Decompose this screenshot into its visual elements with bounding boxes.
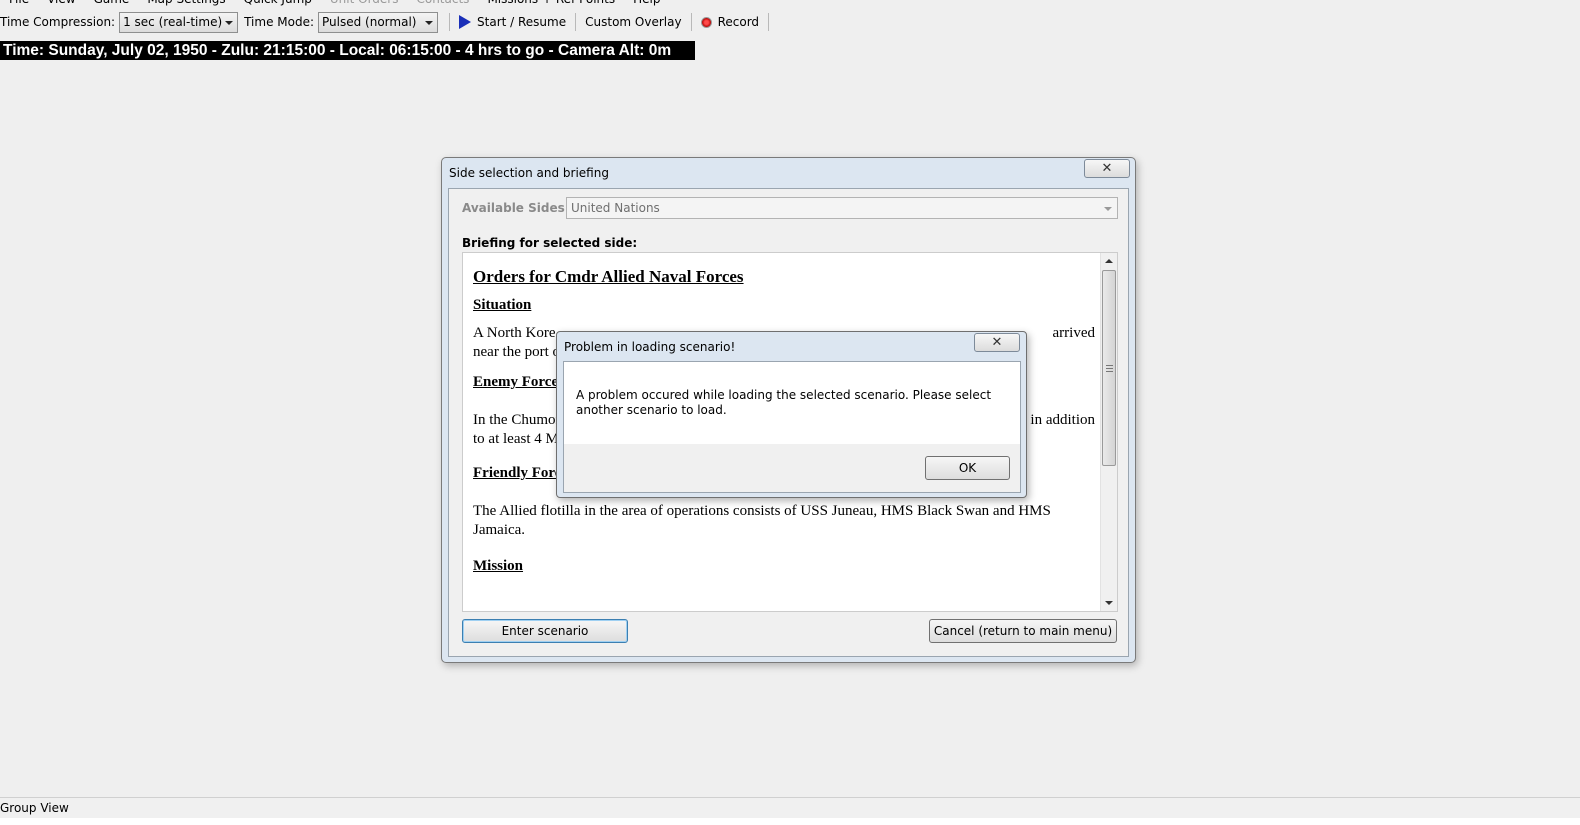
toolbar-separator bbox=[690, 13, 692, 31]
menu-quick-jump[interactable]: Quick Jump bbox=[235, 0, 321, 8]
error-dialog: Problem in loading scenario! ✕ A problem… bbox=[556, 331, 1027, 498]
briefing-label: Briefing for selected side: bbox=[462, 236, 638, 250]
grip-icon bbox=[1106, 365, 1113, 372]
enter-scenario-label: Enter scenario bbox=[501, 624, 589, 638]
menu-help[interactable]: Help bbox=[624, 0, 669, 8]
status-bar: Group View bbox=[0, 797, 1580, 818]
dialog-title: Side selection and briefing bbox=[449, 166, 609, 180]
menu-unit-orders: Unit Orders bbox=[321, 0, 408, 8]
situation-heading: Situation bbox=[473, 297, 532, 313]
cancel-label: Cancel (return to main menu) bbox=[933, 624, 1113, 638]
play-icon bbox=[459, 15, 472, 29]
available-sides-value: United Nations bbox=[571, 201, 660, 215]
close-icon: ✕ bbox=[991, 335, 1003, 350]
enter-scenario-button[interactable]: Enter scenario bbox=[462, 619, 628, 643]
cancel-button[interactable]: Cancel (return to main menu) bbox=[929, 619, 1117, 643]
menu-missions[interactable]: Missions + Ref Points bbox=[478, 0, 624, 8]
menu-file[interactable]: File bbox=[0, 0, 38, 8]
time-compression-select[interactable]: 1 sec (real-time) bbox=[119, 11, 239, 33]
error-message-area: A problem occured while loading the sele… bbox=[564, 362, 1020, 444]
bottom-edge bbox=[0, 818, 1580, 825]
error-message: A problem occured while loading the sele… bbox=[576, 388, 992, 417]
ok-button[interactable]: OK bbox=[925, 456, 1010, 480]
chevron-down-icon bbox=[425, 20, 434, 25]
situation-text-start: A North Kore bbox=[473, 325, 556, 341]
status-bar-text: Group View bbox=[0, 801, 69, 815]
situation-text-end: arrived bbox=[1052, 325, 1095, 341]
start-resume-button[interactable]: Start / Resume bbox=[455, 15, 570, 29]
scroll-down-icon[interactable] bbox=[1105, 601, 1113, 605]
enemy-text-end: in addition bbox=[1030, 412, 1095, 428]
toolbar-separator bbox=[575, 13, 577, 31]
time-mode-label: Time Mode: bbox=[244, 15, 315, 29]
record-icon bbox=[700, 16, 712, 28]
menu-contacts: Contacts bbox=[407, 0, 478, 8]
error-dialog-title: Problem in loading scenario! bbox=[564, 340, 736, 354]
time-mode-select[interactable]: Pulsed (normal) bbox=[318, 11, 439, 33]
chevron-down-icon bbox=[1104, 207, 1112, 211]
start-resume-label: Start / Resume bbox=[477, 15, 567, 29]
friendly-forces-text: The Allied flotilla in the area of opera… bbox=[473, 503, 1051, 538]
close-icon: ✕ bbox=[1101, 161, 1113, 176]
error-close-button[interactable]: ✕ bbox=[974, 333, 1020, 352]
situation-text-line2: near the port o bbox=[473, 344, 561, 360]
custom-overlay-button[interactable]: Custom Overlay bbox=[581, 15, 685, 29]
mission-heading: Mission bbox=[473, 558, 524, 574]
scroll-up-icon[interactable] bbox=[1105, 259, 1113, 263]
menu-map-settings[interactable]: Map Settings bbox=[138, 0, 234, 8]
briefing-scrollbar[interactable] bbox=[1100, 253, 1117, 611]
available-sides-label: Available Sides: bbox=[462, 201, 570, 215]
menu-bar: File View Game Map Settings Quick Jump U… bbox=[0, 0, 1580, 8]
toolbar-separator bbox=[768, 13, 770, 31]
record-label: Record bbox=[717, 15, 760, 29]
time-compression-label: Time Compression: bbox=[0, 15, 116, 29]
dialog-close-button[interactable]: ✕ bbox=[1084, 159, 1130, 178]
enemy-text-start: In the Chumon bbox=[473, 412, 563, 428]
menu-view[interactable]: View bbox=[38, 0, 84, 8]
chevron-down-icon bbox=[225, 20, 234, 25]
enemy-text-line2: to at least 4 M bbox=[473, 431, 559, 447]
toolbar-separator bbox=[449, 13, 451, 31]
briefing-heading: Orders for Cmdr Allied Naval Forces bbox=[473, 267, 744, 286]
custom-overlay-label: Custom Overlay bbox=[585, 15, 682, 29]
available-sides-select: United Nations bbox=[566, 197, 1118, 219]
time-mode-value: Pulsed (normal) bbox=[322, 15, 417, 29]
record-button[interactable]: Record bbox=[697, 15, 763, 29]
scroll-thumb[interactable] bbox=[1102, 270, 1116, 466]
error-dialog-body: A problem occured while loading the sele… bbox=[563, 361, 1021, 493]
time-banner: Time: Sunday, July 02, 1950 - Zulu: 21:1… bbox=[0, 41, 695, 60]
ok-label: OK bbox=[958, 461, 977, 475]
toolbar: Time Compression: 1 sec (real-time) Time… bbox=[0, 10, 1580, 34]
menu-game[interactable]: Game bbox=[85, 0, 139, 8]
time-compression-value: 1 sec (real-time) bbox=[123, 15, 223, 29]
